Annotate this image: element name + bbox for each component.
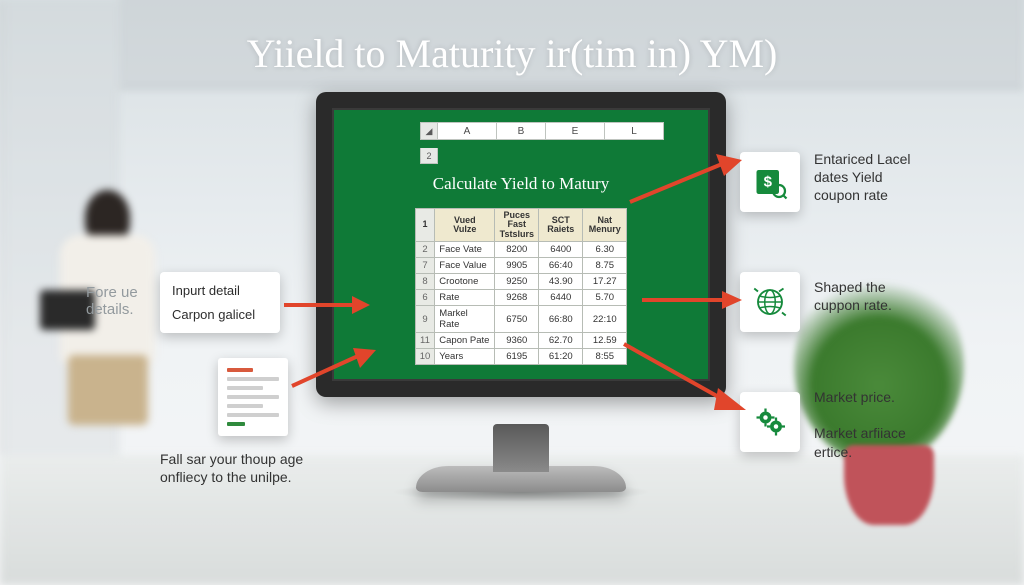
ghost-text-left: Fore uedetails. [86,284,138,318]
col-letter: B [496,122,546,140]
th-col3: SCTRaiets [539,209,583,242]
row-label: Rate [435,290,495,306]
callout-text-3: Market price. Market arfiiace ertice. [814,388,974,461]
cell: 6.30 [583,242,627,258]
row-number: 7 [415,258,435,274]
row-number-stub: 2 [420,148,438,164]
cell: 8200 [495,242,539,258]
page-title: Yiield to Maturity ir(tim in) YM) [0,30,1024,77]
col-letter: L [604,122,664,140]
card-input-detail: Inpurt detail Carpon galicel [160,272,280,333]
spreadsheet-screen: ◢ A B E L 2 Calculate Yield to Matury 1 … [316,92,726,397]
col-letter: A [437,122,497,140]
cell: 8.75 [583,258,627,274]
card-line: Carpon galicel [172,306,268,324]
dollar-doc-icon: $ [752,162,788,202]
cell: 66:80 [539,306,583,333]
cell: 61:20 [539,349,583,365]
cell: 5.70 [583,290,627,306]
cell: 17.27 [583,274,627,290]
cell: 9905 [495,258,539,274]
sheet-heading: Calculate Yield to Matury [354,174,688,194]
column-header-row: ◢ A B E L [420,122,688,140]
cell: 62.70 [539,333,583,349]
cell: 22:10 [583,306,627,333]
table-row: 2Face Vate820064006.30 [415,242,627,258]
th-col4: NatMenury [583,209,627,242]
card-line: Inpurt detail [172,282,268,300]
callout-text-1: Entariced Lacel dates Yield coupon rate [814,150,964,205]
cell: 12.59 [583,333,627,349]
cell: 6195 [495,349,539,365]
icon-card-globe [740,272,800,332]
gears-icon [752,402,788,442]
table-row: 8Crootone925043.9017.27 [415,274,627,290]
table-row: 7Face Value990566:408.75 [415,258,627,274]
svg-text:$: $ [764,174,773,191]
cell: 8:55 [583,349,627,365]
cell: 6440 [539,290,583,306]
row-label: Years [435,349,495,365]
th-rownum: 1 [415,209,435,242]
th-col1: VuedVulze [435,209,495,242]
cell: 6750 [495,306,539,333]
globe-icon [752,282,788,322]
row-label: Markel Rate [435,306,495,333]
table-row: 11Capon Pate936062.7012.59 [415,333,627,349]
sheet-corner: ◢ [420,122,438,140]
row-number: 9 [415,306,435,333]
monitor: ◢ A B E L 2 Calculate Yield to Matury 1 … [316,92,726,432]
row-label: Crootone [435,274,495,290]
col-letter: E [545,122,605,140]
table-row: 6Rate926864405.70 [415,290,627,306]
row-number: 6 [415,290,435,306]
cell: 43.90 [539,274,583,290]
icon-card-dollar: $ [740,152,800,212]
row-label: Face Vate [435,242,495,258]
cell: 66:40 [539,258,583,274]
row-number: 8 [415,274,435,290]
cell: 9268 [495,290,539,306]
callout-text-2: Shaped the cuppon rate. [814,278,964,314]
row-label: Capon Pate [435,333,495,349]
icon-card-gears [740,392,800,452]
cell: 9250 [495,274,539,290]
document-thumb [218,358,288,436]
row-number: 10 [415,349,435,365]
row-number: 2 [415,242,435,258]
row-number: 11 [415,333,435,349]
cell: 6400 [539,242,583,258]
data-table: 1 VuedVulze PucesFast Tstslurs SCTRaiets… [415,208,628,365]
caption-bottom-left: Fall sar your thoup ageonfliecy to the u… [160,450,303,486]
th-col2: PucesFast Tstslurs [495,209,539,242]
cell: 9360 [495,333,539,349]
table-row: 9Markel Rate675066:8022:10 [415,306,627,333]
row-label: Face Value [435,258,495,274]
table-row: 10Years619561:208:55 [415,349,627,365]
